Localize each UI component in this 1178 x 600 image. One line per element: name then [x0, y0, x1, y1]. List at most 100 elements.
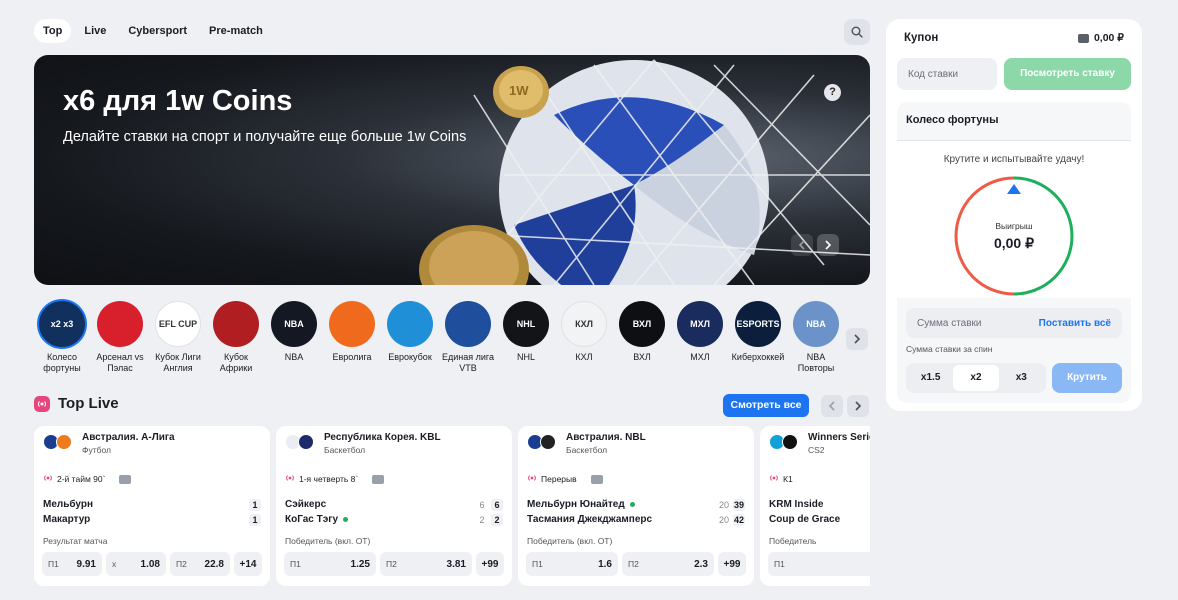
more-markets-button[interactable]: +99 — [476, 552, 504, 576]
category-item[interactable]: EFL CUP Кубок Лиги Англия — [150, 301, 206, 374]
chevron-right-icon — [825, 240, 832, 250]
team-name: Мельбурн — [43, 499, 93, 510]
serve-indicator — [343, 516, 349, 522]
match-card[interactable]: Австралия. NBL Баскетбол Перерыв Мельбурн Ю… — [518, 426, 754, 586]
category-label: Единая лига VTB — [441, 352, 494, 373]
team-name: Coup de Grace — [769, 514, 840, 525]
tv-icon — [119, 474, 132, 484]
match-status: 2-й тайм 90` — [43, 473, 132, 485]
odd-button[interactable]: П2 2.3 — [622, 552, 714, 576]
tab-cybersport[interactable]: Cybersport — [119, 19, 196, 43]
category-label: МХЛ — [690, 352, 710, 362]
category-item[interactable]: ESPORTS Киберхоккей — [730, 301, 786, 363]
market-name: Победитель — [769, 536, 817, 546]
multiplier-option[interactable]: x3 — [999, 365, 1044, 391]
multiplier-option[interactable]: x1.5 — [908, 365, 953, 391]
spin-button[interactable]: Крутить — [1052, 363, 1122, 393]
category-item[interactable]: Евролига — [324, 301, 380, 363]
odd-button[interactable]: x 1.08 — [106, 552, 166, 576]
odds-row: П1 1.6 П2 2.3 +99 — [526, 552, 746, 576]
category-item[interactable]: Единая лига VTB — [440, 301, 496, 374]
stake-amount-placeholder: Сумма ставки — [917, 317, 982, 329]
match-card[interactable]: Австралия. А-Лига Футбол 2-й тайм 90` Мельб… — [34, 426, 270, 586]
category-item[interactable]: Кубок Африки — [208, 301, 264, 374]
team-label: КоГас Тэгу — [285, 514, 339, 525]
live-prev-button[interactable] — [821, 395, 843, 417]
odd-button[interactable]: П12.28 — [768, 552, 870, 576]
flag-icon — [540, 434, 556, 450]
tab-pre-match[interactable]: Pre-match — [200, 19, 272, 43]
market-name: Результат матча — [43, 536, 108, 546]
category-item[interactable]: КХЛ КХЛ — [556, 301, 612, 363]
promo-banner[interactable]: 1W x6 для 1w Coins Делайте ставки на спо… — [34, 55, 870, 285]
banner-prev-button[interactable] — [791, 234, 813, 256]
more-markets-button[interactable]: +14 — [234, 552, 262, 576]
coupon-title: Купон — [904, 32, 939, 44]
live-icon — [527, 473, 537, 485]
bet-code-input[interactable] — [897, 58, 997, 90]
africa-cup-icon — [213, 301, 259, 347]
svg-text:1W: 1W — [509, 83, 529, 98]
odd-value: 1.08 — [140, 558, 160, 570]
odd-button[interactable]: П2 3.81 — [380, 552, 472, 576]
team-name: КоГас Тэгу — [285, 514, 349, 525]
category-item[interactable]: Арсенал vs Пэлас — [92, 301, 148, 374]
chevron-left-icon — [828, 401, 835, 411]
odd-button[interactable]: П1 1.25 — [284, 552, 376, 576]
team-score: 1 — [246, 499, 261, 511]
category-item[interactable]: ВХЛ ВХЛ — [614, 301, 670, 363]
team-flags — [527, 434, 556, 450]
bet-all-button[interactable]: Поставить всё — [1039, 318, 1111, 329]
team-name: Мельбурн Юнайтед — [527, 499, 635, 510]
category-label: NBA — [284, 352, 304, 362]
multiplier-option[interactable]: x2 — [953, 365, 999, 391]
help-icon[interactable]: ? — [824, 84, 841, 101]
live-next-button[interactable] — [847, 395, 869, 417]
odd-button[interactable]: П1 9.91 — [42, 552, 102, 576]
team-label: Макартур — [43, 514, 91, 525]
tab-top[interactable]: Top — [34, 19, 72, 43]
category-item[interactable]: МХЛ МХЛ — [672, 301, 728, 363]
stake-amount-field[interactable]: Сумма ставки Поставить всё — [906, 308, 1122, 338]
league-name: Winners Series — [808, 432, 870, 443]
tab-live[interactable]: Live — [75, 19, 115, 43]
more-markets-button[interactable]: +99 — [718, 552, 746, 576]
odds-row: П1 9.91 x 1.08 П2 22.8 +14 — [42, 552, 262, 576]
banner-next-button[interactable] — [817, 234, 839, 256]
team-name: KRM Inside — [769, 499, 823, 510]
match-card[interactable]: Республика Корея. KBL Баскетбол 1-я четвер… — [276, 426, 512, 586]
match-period: Перерыв — [541, 474, 577, 484]
team-label: Тасмания Джекджамперс — [527, 514, 653, 525]
category-label: Кубок Лиги Англия — [155, 352, 201, 373]
category-item[interactable]: x2 x3 Колесо фортуны — [34, 301, 90, 374]
odd-label: x — [112, 559, 117, 569]
match-period: 2-й тайм 90` — [57, 474, 106, 484]
odds-row: П12.28 — [768, 552, 870, 576]
efl-cup-icon: EFL CUP — [155, 301, 201, 347]
odd-value: 1.25 — [350, 558, 370, 570]
category-item[interactable]: NHL NHL — [498, 301, 554, 363]
wallet-icon — [1077, 33, 1089, 43]
categories-next-button[interactable] — [846, 328, 868, 350]
see-all-button[interactable]: Смотреть все — [723, 394, 809, 417]
odds-row: П1 1.25 П2 3.81 +99 — [284, 552, 504, 576]
category-item[interactable]: Еврокубок — [382, 301, 438, 363]
score-value: 39 — [733, 499, 745, 511]
odd-label: П1 — [48, 559, 59, 569]
team-label: Мельбурн — [43, 499, 94, 510]
balance: 0,00 ₽ — [1077, 32, 1124, 44]
balance-value: 0,00 ₽ — [1093, 32, 1124, 44]
sport-name: Футбол — [82, 445, 111, 455]
odd-button[interactable]: П2 22.8 — [170, 552, 230, 576]
odd-button[interactable]: П1 1.6 — [526, 552, 618, 576]
category-item[interactable]: NBA NBA — [266, 301, 322, 363]
category-strip: x2 x3 Колесо фортуны Арсенал vs Пэлас EFL C… — [34, 301, 870, 381]
sport-name: Баскетбол — [324, 445, 366, 455]
odd-label: П2 — [176, 559, 187, 569]
market-name: Победитель (вкл. ОТ) — [285, 536, 371, 546]
view-bet-button[interactable]: Посмотреть ставку — [1004, 58, 1131, 90]
category-item[interactable]: NBA NBA Повторы — [788, 301, 844, 374]
match-card[interactable]: Winners Series CS2 К1 KRM Inside Coup de Gra… — [760, 426, 870, 586]
search-button[interactable] — [844, 19, 870, 45]
score-value: 20 — [718, 515, 729, 525]
